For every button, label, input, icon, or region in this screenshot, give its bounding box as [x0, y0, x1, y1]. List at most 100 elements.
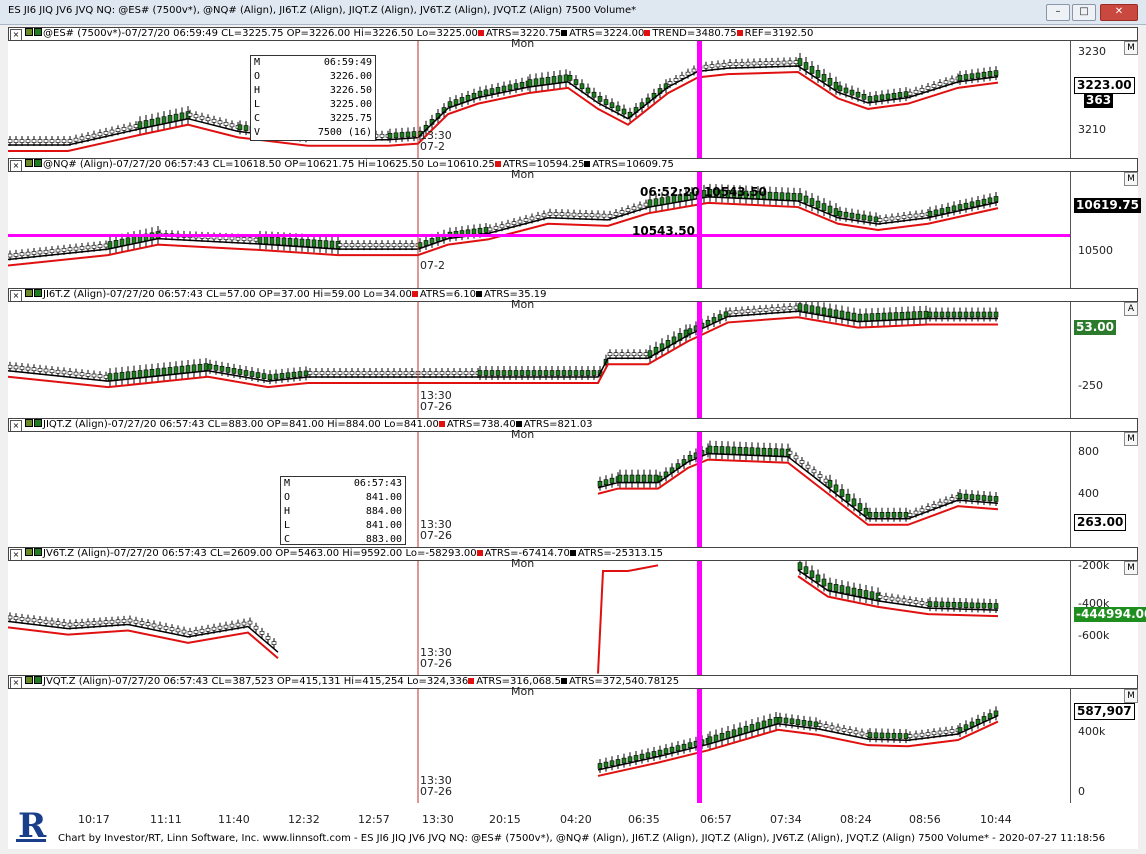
panel-mode-button[interactable]: M [1124, 432, 1138, 446]
ohlc-key: L [284, 520, 291, 531]
session-label: 07-26 [420, 785, 452, 798]
mon-label: Mon [511, 298, 535, 311]
panel-close-icon[interactable]: × [10, 160, 22, 171]
ohlc-row: O 3226.00 [254, 70, 372, 84]
series-swatch-icon [34, 289, 42, 297]
y-axis-ji6 [1070, 302, 1071, 418]
ohlc-row: L 841.00 [284, 519, 402, 533]
mon-label: Mon [511, 168, 535, 181]
series-swatch-icon [34, 419, 42, 427]
x-tick-label: 12:32 [288, 813, 320, 826]
x-tick-label: 12:57 [358, 813, 390, 826]
panel-close-icon[interactable]: × [10, 549, 22, 560]
panel-close-icon[interactable]: × [10, 420, 22, 431]
y-tick-label: 3230 [1078, 45, 1106, 58]
ohlc-data-window: M 06:57:43 O 841.00 H 884.00 L 841.00 C 883.00 [280, 476, 406, 545]
series-swatch-icon [25, 159, 33, 167]
x-tick-label: 06:35 [628, 813, 660, 826]
ohlc-value: 3226.00 [329, 71, 372, 82]
y-tick-label: -600k [1078, 629, 1110, 642]
footer-credit: Chart by Investor/RT, Linn Software, Inc… [58, 833, 1106, 844]
y-tick-label: -200k [1078, 559, 1110, 572]
series-swatch-icon [25, 28, 33, 36]
ohlc-value: 841.00 [365, 492, 402, 503]
x-tick-label: 11:11 [150, 813, 182, 826]
chart-panel-jvq: × JVQT.Z (Align)-07/27/20 06:57:43 CL=387… [8, 675, 1138, 803]
maximize-button[interactable]: □ [1072, 4, 1096, 21]
panel-mode-button[interactable]: M [1124, 172, 1138, 186]
x-tick-label: 08:56 [909, 813, 941, 826]
chart-window: ES JI6 JIQ JV6 JVQ NQ: @ES# (7500v*), @N… [0, 0, 1146, 854]
indicator-marker-icon [569, 550, 576, 556]
panel-mode-button[interactable]: M [1124, 561, 1138, 575]
indicator-marker-icon [438, 421, 445, 427]
indicator-value: ATRS=10609.75 [592, 159, 674, 170]
ohlc-key: O [254, 71, 261, 82]
panel-header-text: JV6T.Z (Align)-07/27/20 06:57:43 CL=2609… [43, 548, 477, 559]
x-tick-label: 20:15 [489, 813, 521, 826]
panel-header-text: @ES# (7500v*)-07/27/20 06:59:49 CL=3225.… [43, 28, 478, 39]
mon-label: Mon [511, 428, 535, 441]
ohlc-data-window: M 06:59:49 O 3226.00 H 3226.50 L 3225.00 C 3225.7… [250, 55, 376, 141]
panel-close-icon[interactable]: × [10, 677, 22, 688]
chart-panel-es: × @ES# (7500v*)-07/27/20 06:59:49 CL=3225… [8, 27, 1138, 158]
minimize-button[interactable]: – [1046, 4, 1070, 21]
price-plot-nq[interactable] [8, 172, 1070, 288]
price-plot-ji6[interactable] [8, 302, 1070, 418]
y-tick-label: 0 [1078, 785, 1085, 798]
indicator-marker-icon [560, 678, 567, 684]
indicator-value: TREND=3480.75 [652, 28, 737, 39]
ohlc-row: O 841.00 [284, 491, 402, 505]
chart-panel-nq: × @NQ# (Align)-07/27/20 06:57:43 CL=10618… [8, 158, 1142, 288]
close-button[interactable]: ✕ [1100, 4, 1138, 21]
indicator-marker-icon [477, 30, 484, 36]
x-tick-label: 11:40 [218, 813, 250, 826]
window-title: ES JI6 JIQ JV6 JVQ NQ: @ES# (7500v*), @N… [8, 5, 637, 16]
indicator-value: REF=3192.50 [744, 28, 814, 39]
chart-panel-jiq: × JIQT.Z (Align)-07/27/20 06:57:43 CL=883… [8, 418, 1138, 547]
indicator-marker-icon [468, 678, 475, 684]
y-tick-label: -250 [1078, 379, 1103, 392]
series-swatch-icon [34, 159, 42, 167]
y-tick-label: 10500 [1078, 244, 1113, 257]
ohlc-value: 883.00 [365, 534, 402, 545]
panel-header-ji6: × JI6T.Z (Align)-07/27/20 06:57:43 CL=57.… [8, 288, 1138, 302]
panel-close-icon[interactable]: × [10, 290, 22, 301]
price-plot-es[interactable] [8, 41, 1070, 158]
indicator-marker-icon [476, 550, 483, 556]
indicator-value: ATRS=-25313.15 [577, 548, 664, 559]
ohlc-row: M 06:59:49 [254, 56, 372, 70]
indicator-value: ATRS=738.40 [446, 419, 516, 430]
last-price-tag: 10619.75 [1074, 198, 1142, 213]
price-plot-jiq[interactable] [8, 432, 1070, 547]
ohlc-value: 06:57:43 [353, 478, 402, 489]
x-tick-label: 10:17 [78, 813, 110, 826]
last-price-tag: -444994.00 [1074, 607, 1146, 622]
indicator-marker-icon [515, 421, 522, 427]
panel-header-nq: × @NQ# (Align)-07/27/20 06:57:43 CL=10618… [8, 158, 1138, 172]
panel-header-text: @NQ# (Align)-07/27/20 06:57:43 CL=10618.… [43, 159, 495, 170]
investor-rt-logo-icon: R [16, 806, 47, 845]
session-label: 07-26 [420, 657, 452, 670]
y-tick-label: 800 [1078, 445, 1099, 458]
price-plot-jv6[interactable] [8, 561, 1070, 675]
price-plot-jvq[interactable] [8, 689, 1070, 803]
y-axis-jv6 [1070, 561, 1071, 675]
panel-mode-button[interactable]: M [1124, 41, 1138, 55]
x-tick-label: 06:57 [700, 813, 732, 826]
ohlc-key: O [284, 492, 291, 503]
last-price-tag: 53.00 [1074, 320, 1116, 335]
ohlc-key: C [284, 534, 291, 545]
y-tick-label: 3210 [1078, 123, 1106, 136]
price-line-label: 10543.50 [632, 224, 696, 238]
panel-mode-button[interactable]: A [1124, 302, 1138, 316]
ohlc-key: H [254, 85, 261, 96]
ohlc-key: M [284, 478, 291, 489]
x-tick-label: 10:44 [980, 813, 1012, 826]
panel-close-icon[interactable]: × [10, 29, 22, 40]
y-axis-jvq [1070, 689, 1071, 803]
series-swatch-icon [25, 676, 33, 684]
panel-mode-button[interactable]: M [1124, 689, 1138, 703]
ohlc-row: L 3225.00 [254, 98, 372, 112]
x-tick-label: 08:24 [840, 813, 872, 826]
